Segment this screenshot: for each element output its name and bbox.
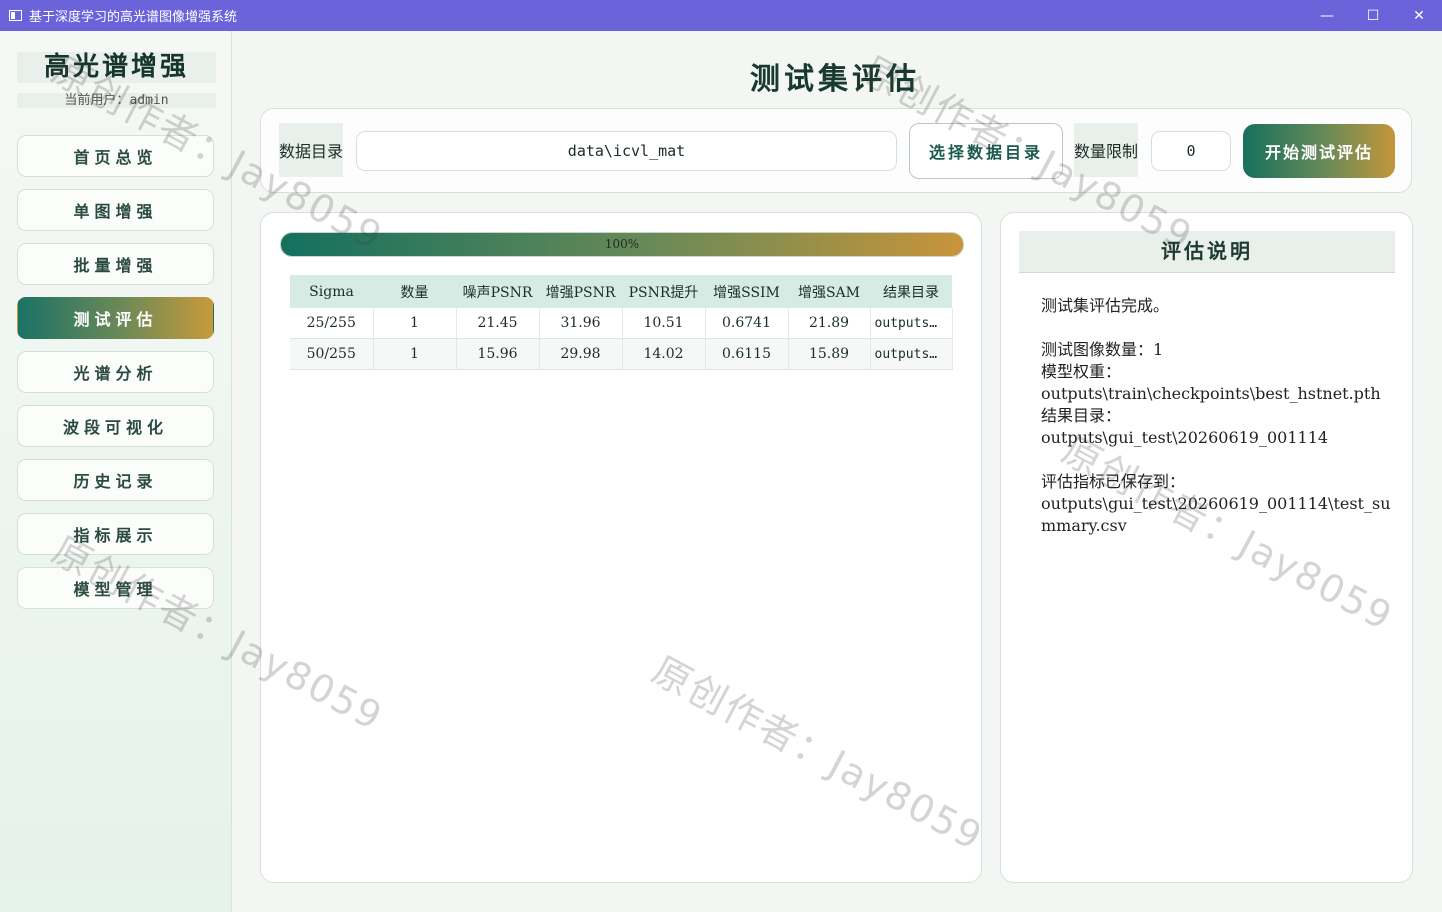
close-icon[interactable]: ✕ [1396,0,1442,31]
table-cell: 15.89 [788,338,871,370]
sidebar-item-spectral-analysis[interactable]: 光谱分析 [17,351,214,393]
table-row[interactable]: 50/255 1 15.96 29.98 14.02 0.6115 15.89 … [290,338,953,370]
table-cell: 0.6741 [705,308,789,339]
sidebar-item-model-management[interactable]: 模型管理 [17,567,214,609]
column-header-noisy-psnr[interactable]: 噪声PSNR [456,275,539,308]
brand-title: 高光谱增强 [17,52,216,83]
sidebar: 高光谱增强 当前用户：admin 首页总览 单图增强 批量增强 测试评估 光谱分… [0,31,232,912]
sidebar-item-single-enhance[interactable]: 单图增强 [17,189,214,231]
column-header-count[interactable]: 数量 [373,275,456,308]
sidebar-item-home[interactable]: 首页总览 [17,135,214,177]
window-title: 基于深度学习的高光谱图像增强系统 [29,10,238,25]
table-cell: 15.96 [456,338,540,370]
table-cell: 14.02 [622,338,706,370]
data-dir-input[interactable]: data\icvl_mat [356,131,897,171]
eval-toolbar: 数据目录 data\icvl_mat 选择数据目录 数量限制 0 开始测试评估 [260,108,1412,193]
current-user-label: 当前用户： [64,93,130,108]
table-cell: 21.89 [788,308,871,339]
info-title: 评估说明 [1019,231,1395,273]
column-header-result-dir[interactable]: 结果目录 [870,275,952,308]
window-controls: — ☐ ✕ [1304,0,1442,31]
minimize-icon[interactable]: — [1304,0,1350,31]
table-cell: 0.6115 [705,338,789,370]
table-cell: 1 [373,338,457,370]
limit-input[interactable]: 0 [1151,131,1231,171]
info-text: 测试集评估完成。 测试图像数量：1 模型权重： outputs\train\ch… [1041,296,1391,535]
maximize-icon[interactable]: ☐ [1350,0,1396,31]
info-panel: 评估说明 测试集评估完成。 测试图像数量：1 模型权重： outputs\tra… [1000,212,1413,883]
choose-data-dir-button[interactable]: 选择数据目录 [909,123,1063,179]
current-user-value: admin [129,93,169,108]
sidebar-item-batch-enhance[interactable]: 批量增强 [17,243,214,285]
page-title: 测试集评估 [750,62,920,97]
column-header-sigma[interactable]: Sigma [290,275,373,308]
sidebar-item-history[interactable]: 历史记录 [17,459,214,501]
table-cell: 1 [373,308,457,339]
table-cell: 25/255 [290,308,374,339]
progress-bar: 100% [280,232,964,257]
column-header-enhanced-sam[interactable]: 增强SAM [788,275,870,308]
table-cell: 29.98 [539,338,623,370]
table-cell: 50/255 [290,338,374,370]
current-user: 当前用户：admin [17,93,216,108]
table-cell: 21.45 [456,308,540,339]
limit-label: 数量限制 [1074,123,1138,177]
start-eval-button[interactable]: 开始测试评估 [1243,124,1395,178]
sidebar-item-metrics[interactable]: 指标展示 [17,513,214,555]
sidebar-item-test-eval[interactable]: 测试评估 [17,297,214,339]
app-icon [9,10,22,21]
column-header-enhanced-psnr[interactable]: 增强PSNR [539,275,622,308]
sidebar-item-band-visualization[interactable]: 波段可视化 [17,405,214,447]
table-cell: outputs… [870,338,953,370]
results-table: Sigma 数量 噪声PSNR 增强PSNR PSNR提升 增强SSIM 增强S… [290,275,953,370]
column-header-enhanced-ssim[interactable]: 增强SSIM [705,275,788,308]
data-dir-label: 数据目录 [279,123,343,177]
table-header-row: Sigma 数量 噪声PSNR 增强PSNR PSNR提升 增强SSIM 增强S… [290,275,952,308]
table-cell: 10.51 [622,308,706,339]
table-cell: 31.96 [539,308,623,339]
results-panel: 100% Sigma 数量 噪声PSNR 增强PSNR PSNR提升 增强SSI… [260,212,982,883]
progress-text: 100% [604,237,640,251]
column-header-psnr-gain[interactable]: PSNR提升 [622,275,705,308]
table-cell: outputs… [870,308,953,339]
window-titlebar: 基于深度学习的高光谱图像增强系统 — ☐ ✕ [0,0,1442,31]
table-row[interactable]: 25/255 1 21.45 31.96 10.51 0.6741 21.89 … [290,308,953,339]
